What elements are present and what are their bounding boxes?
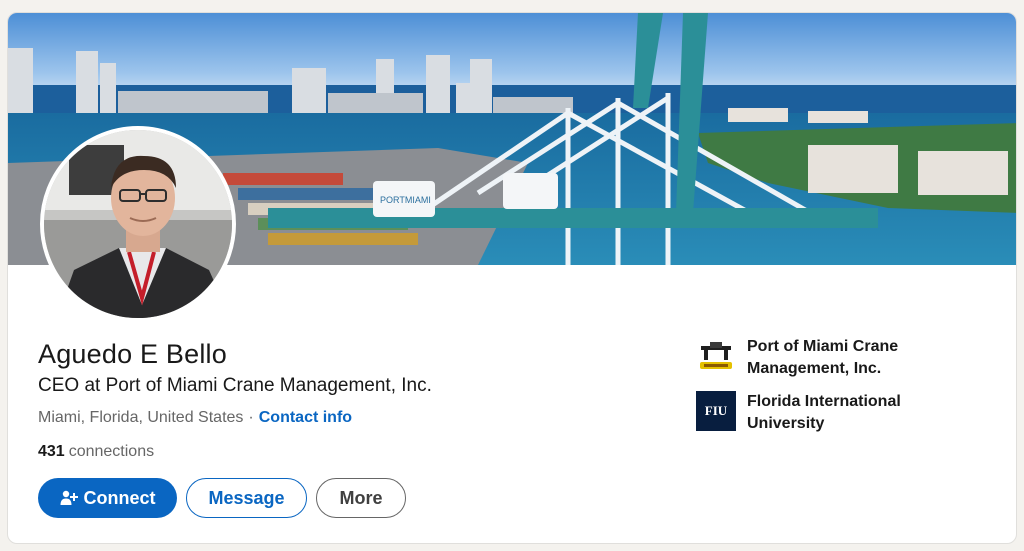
avatar[interactable] — [40, 126, 236, 322]
connect-label: Connect — [83, 487, 156, 508]
more-button[interactable]: More — [316, 478, 406, 518]
connections-count[interactable]: 431 connections — [38, 443, 154, 461]
add-person-icon — [60, 490, 78, 506]
connections-label: connections — [68, 443, 155, 460]
org-name-line: University — [747, 415, 825, 432]
location-row: Miami, Florida, United States · Contact … — [38, 409, 352, 427]
org-name-line: Management, Inc. — [747, 360, 882, 377]
profile-photo — [44, 130, 232, 318]
more-label: More — [339, 487, 383, 508]
profile-location: Miami, Florida, United States — [38, 409, 244, 426]
separator: · — [248, 409, 254, 426]
connect-button[interactable]: Connect — [38, 478, 177, 518]
org-education[interactable]: FIU Florida International University — [696, 391, 937, 435]
profile-card: PORTMIAMI Aguedo E Bello CEO at Port of … — [7, 12, 1017, 544]
org-current-company[interactable]: Port of Miami Crane Management, Inc. — [696, 336, 937, 380]
fiu-logo-text: FIU — [704, 403, 728, 418]
banner-crane-label: PORTMIAMI — [380, 195, 431, 205]
connections-number: 431 — [38, 443, 65, 460]
contact-info-link[interactable]: Contact info — [259, 409, 352, 427]
message-button[interactable]: Message — [186, 478, 307, 518]
crane-company-logo — [696, 336, 736, 376]
profile-name: Aguedo E Bello — [38, 339, 227, 369]
org-name-line: Port of Miami Crane — [747, 338, 899, 355]
profile-headline: CEO at Port of Miami Crane Management, I… — [38, 375, 432, 396]
message-label: Message — [208, 487, 285, 508]
org-name-line: Florida International — [747, 393, 901, 410]
fiu-logo: FIU — [696, 391, 736, 431]
